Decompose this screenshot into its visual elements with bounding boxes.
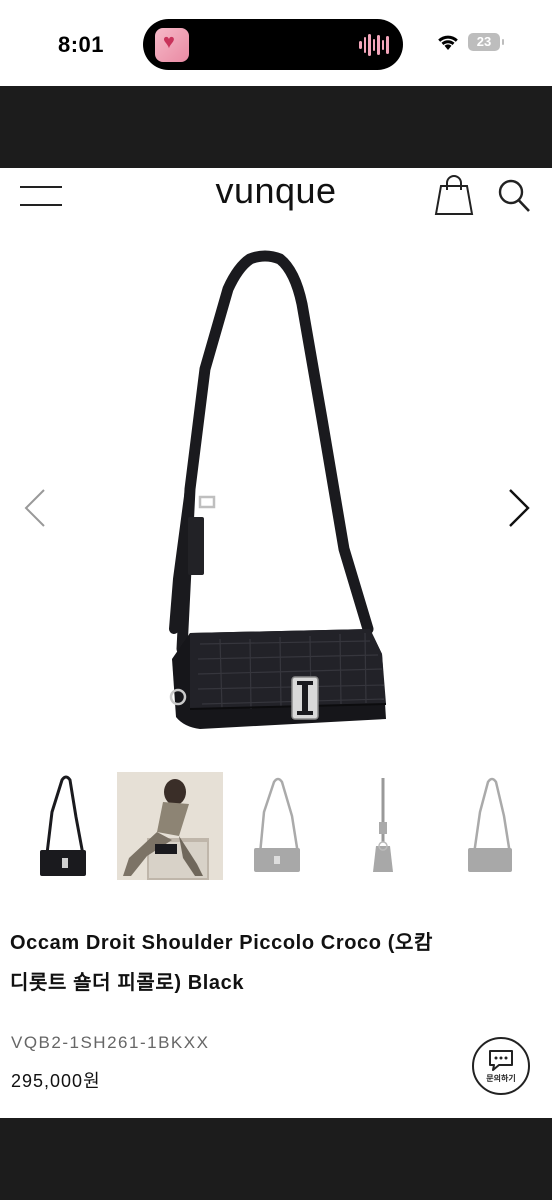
thumbnail-1[interactable] [10, 772, 116, 880]
chevron-right-icon[interactable] [504, 486, 534, 530]
top-banner [0, 86, 552, 168]
wifi-icon [438, 35, 458, 50]
product-title-line-1: Occam Droit Shoulder Piccolo Croco (오캄 [10, 932, 433, 954]
status-indicators: 23 [436, 33, 504, 51]
search-icon[interactable] [497, 178, 531, 214]
dynamic-island[interactable] [143, 19, 403, 70]
product-price: 295,000원 [11, 1071, 101, 1091]
thumbnail-5[interactable] [438, 772, 544, 880]
shopping-bag-icon[interactable] [432, 174, 476, 216]
thumbnail-strip [0, 772, 552, 882]
inquiry-label: 문의하기 [486, 1074, 516, 1083]
thumbnail-4[interactable] [331, 772, 437, 880]
battery-indicator: 23 [468, 33, 504, 51]
product-main-image [169, 250, 387, 729]
inquiry-button[interactable]: 문의하기 [472, 1037, 530, 1095]
thumbnail-2[interactable] [117, 772, 223, 880]
site-header: vunque [0, 168, 552, 224]
product-gallery[interactable] [0, 224, 552, 764]
bottom-banner [0, 1118, 552, 1200]
now-playing-app-icon [155, 28, 189, 62]
product-code: VQB2-1SH261-1BKXX [11, 1033, 210, 1052]
status-bar: 8:01 23 [0, 0, 552, 86]
brand-logo[interactable]: vunque [215, 170, 336, 211]
product-title: Occam Droit Shoulder Piccolo Croco (오캄 디… [10, 923, 540, 1003]
chat-bubble-icon [489, 1050, 513, 1071]
product-title-line-2: 디롯트 숄더 피콜로) Black [10, 972, 245, 994]
audio-waveform-icon [359, 33, 390, 57]
status-time: 8:01 [58, 32, 105, 57]
thumbnail-3[interactable] [224, 772, 330, 880]
chevron-left-icon[interactable] [20, 486, 50, 530]
